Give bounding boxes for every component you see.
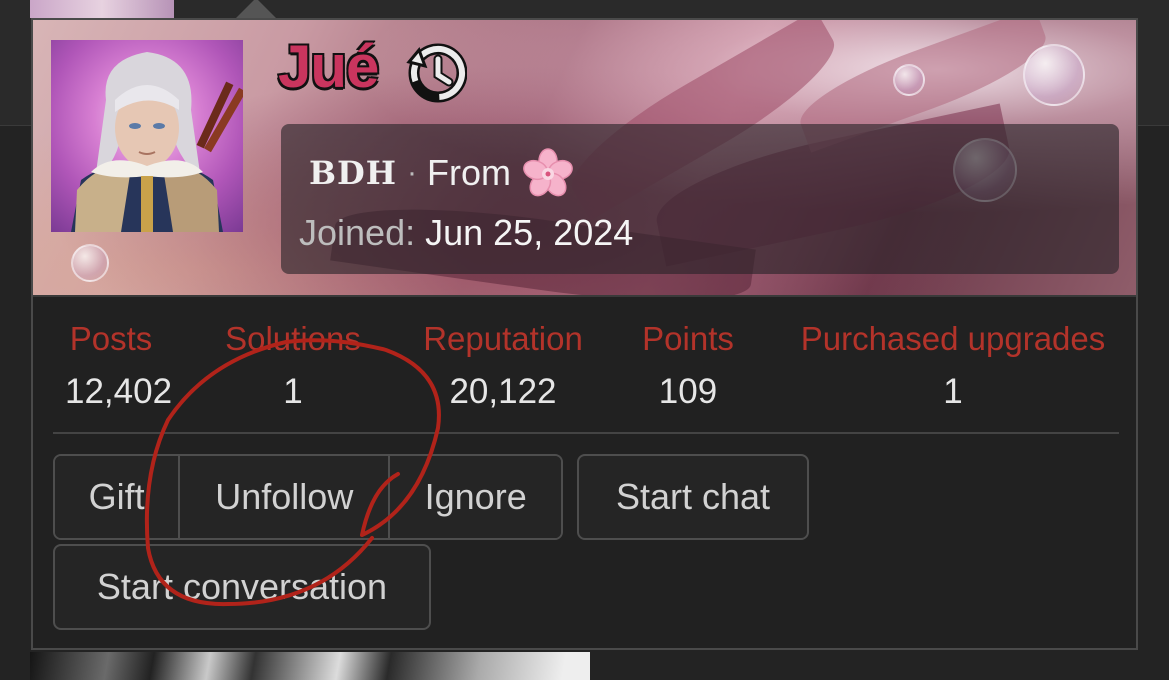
history-icon [406,43,467,103]
banner-bubble [1023,44,1085,106]
avatar-portrait [71,52,243,232]
start-conversation-button[interactable]: Start conversation [53,544,431,630]
stat-value: 20,122 [449,372,557,411]
stat-purchased-upgrades[interactable]: Purchased upgrades 1 [787,320,1119,412]
banner-bubble [71,244,109,282]
member-tooltip-card: Jué BDH · From Joined: Jun 25, 2024 Post… [31,18,1138,650]
background-thumbnail [30,0,174,18]
stat-value: 1 [283,372,303,411]
user-title-row: BDH · From [309,146,575,200]
username[interactable]: Jué [278,32,379,101]
unfollow-button[interactable]: Unfollow [178,456,389,538]
from-label: From [427,152,512,193]
stat-solutions[interactable]: Solutions 1 [219,320,367,412]
profile-banner: Jué BDH · From Joined: Jun 25, 2024 [33,20,1136,297]
cherry-blossom-icon [523,148,573,197]
stat-label: Reputation [423,320,583,357]
gift-button[interactable]: Gift [55,456,179,538]
stat-label: Posts [69,320,153,357]
stat-value: 109 [658,372,718,411]
stat-reputation[interactable]: Reputation 20,122 [417,320,589,412]
stat-value: 12,402 [65,372,173,411]
action-button-group: Gift Unfollow Ignore [53,454,563,540]
avatar[interactable] [51,40,243,232]
stat-label: Points [642,320,734,357]
joined-label: Joined: [299,212,416,253]
stat-points[interactable]: Points 109 [637,320,739,412]
user-info-box: BDH · From Joined: Jun 25, 2024 [281,124,1119,274]
stat-posts[interactable]: Posts 12,402 [65,320,173,412]
background-post-image [30,652,590,680]
stat-label: Purchased upgrades [800,320,1106,357]
joined-row: Joined: Jun 25, 2024 [299,212,633,254]
title-separator: · [407,156,418,189]
stat-label: Solutions [225,320,361,357]
divider [53,432,1119,434]
user-title: BDH [309,154,398,192]
tooltip-caret [236,0,276,18]
banner-bubble [893,64,925,96]
joined-date: Jun 25, 2024 [425,212,634,253]
ignore-button[interactable]: Ignore [388,456,561,538]
start-chat-button[interactable]: Start chat [577,454,809,540]
stat-value: 1 [943,372,963,411]
